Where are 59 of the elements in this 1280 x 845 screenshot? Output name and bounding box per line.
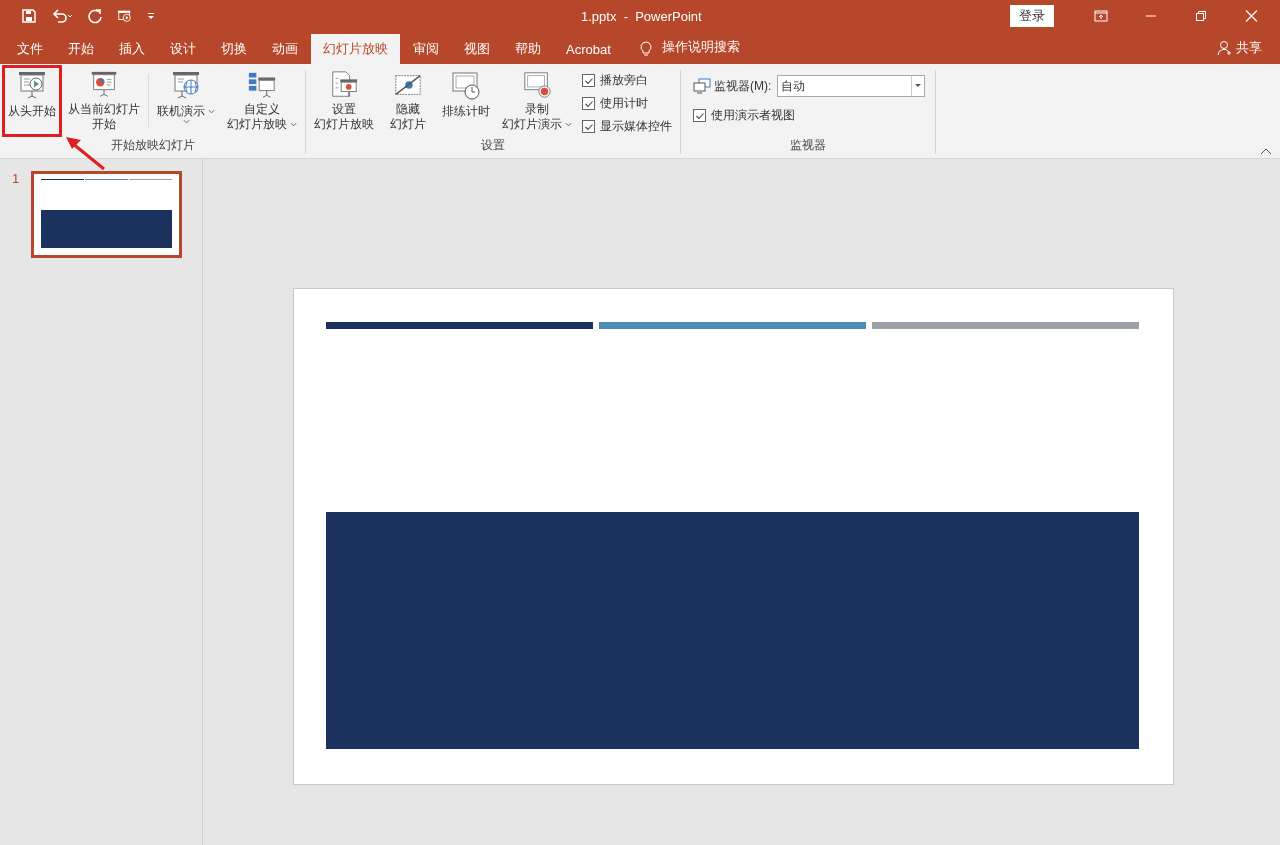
ribbon-tab[interactable]: 设计 [158, 34, 208, 64]
annotation-arrow [64, 134, 108, 172]
tell-me-search[interactable]: 操作说明搜索 [661, 38, 740, 56]
slide-thumbnail[interactable] [31, 171, 183, 258]
ribbon-tab[interactable]: 切换 [209, 34, 259, 64]
restore-icon[interactable] [1194, 10, 1208, 22]
undo-icon[interactable] [51, 8, 73, 24]
group-title: 开始放映幻灯片 [110, 137, 195, 154]
ribbon-tab[interactable]: Acrobat [554, 34, 623, 64]
ribbon-button[interactable]: 自定义 幻灯片放映 [221, 65, 303, 137]
ribbon-tab[interactable]: 插入 [107, 34, 157, 64]
share-button[interactable]: 共享 [1211, 38, 1268, 58]
ribbon-button[interactable]: 从头开始 [2, 65, 62, 137]
monitors-icon [693, 78, 711, 94]
custom-slideshow-icon [246, 70, 278, 100]
ribbon-tab[interactable]: 审阅 [401, 34, 451, 64]
caret-icon [182, 119, 190, 124]
ribbon-tab[interactable]: 幻灯片放映 [311, 34, 400, 64]
monitor-label: 监视器(M): [714, 77, 772, 95]
person-add-icon [1217, 40, 1233, 56]
ribbon-button[interactable]: 录制 幻灯片演示 [496, 65, 578, 137]
lightbulb-icon[interactable] [639, 41, 652, 57]
rehearse-timer-icon [450, 70, 482, 102]
group-title: 设置 [481, 137, 505, 154]
caret-icon [290, 122, 297, 127]
checkbox[interactable] [693, 109, 706, 122]
ribbon-tab[interactable]: 动画 [260, 34, 310, 64]
caret-icon [915, 84, 922, 88]
checkbox[interactable] [582, 97, 595, 110]
ribbon-tab[interactable]: 帮助 [503, 34, 553, 64]
redo-icon[interactable] [87, 8, 103, 24]
ribbon-button[interactable]: 从当前幻灯片 开始 [62, 65, 146, 137]
checkbox[interactable] [582, 74, 595, 87]
ribbon-button[interactable]: 联机演示 [151, 65, 221, 137]
window-title: 1.pptx - PowerPoint [581, 8, 703, 24]
monitor-dropdown[interactable]: 自动 [777, 75, 926, 97]
save-icon[interactable] [21, 8, 37, 24]
checkbox-label: 使用演示者视图 [711, 107, 795, 124]
checkbox-label: 播放旁白 [600, 72, 648, 89]
ribbon-tab[interactable]: 开始 [56, 34, 106, 64]
checkbox-label: 显示媒体控件 [600, 118, 672, 135]
caret-icon [208, 109, 215, 114]
customize-caret-icon[interactable] [147, 12, 155, 20]
slide-number: 1 [12, 171, 20, 186]
group-title: 监视器 [790, 137, 827, 154]
slideshow-icon[interactable] [117, 8, 133, 24]
close-icon[interactable] [1244, 10, 1258, 22]
ribbon-button[interactable]: 隐藏 幻灯片 [380, 65, 436, 137]
ribbon-tab[interactable]: 文件 [5, 34, 55, 64]
ribbon-button[interactable]: 排练计时 [436, 65, 496, 137]
ribbon-display-icon[interactable] [1094, 10, 1108, 22]
login-button[interactable]: 登录 [1010, 5, 1054, 27]
ribbon-button[interactable]: 设置 幻灯片放映 [308, 65, 380, 137]
collapse-ribbon-icon[interactable] [1260, 147, 1272, 155]
checkbox-label: 使用计时 [600, 95, 648, 112]
checkbox[interactable] [582, 120, 595, 133]
record-slideshow-icon [521, 70, 553, 100]
caret-icon [565, 122, 572, 127]
ribbon-tab[interactable]: 视图 [452, 34, 502, 64]
